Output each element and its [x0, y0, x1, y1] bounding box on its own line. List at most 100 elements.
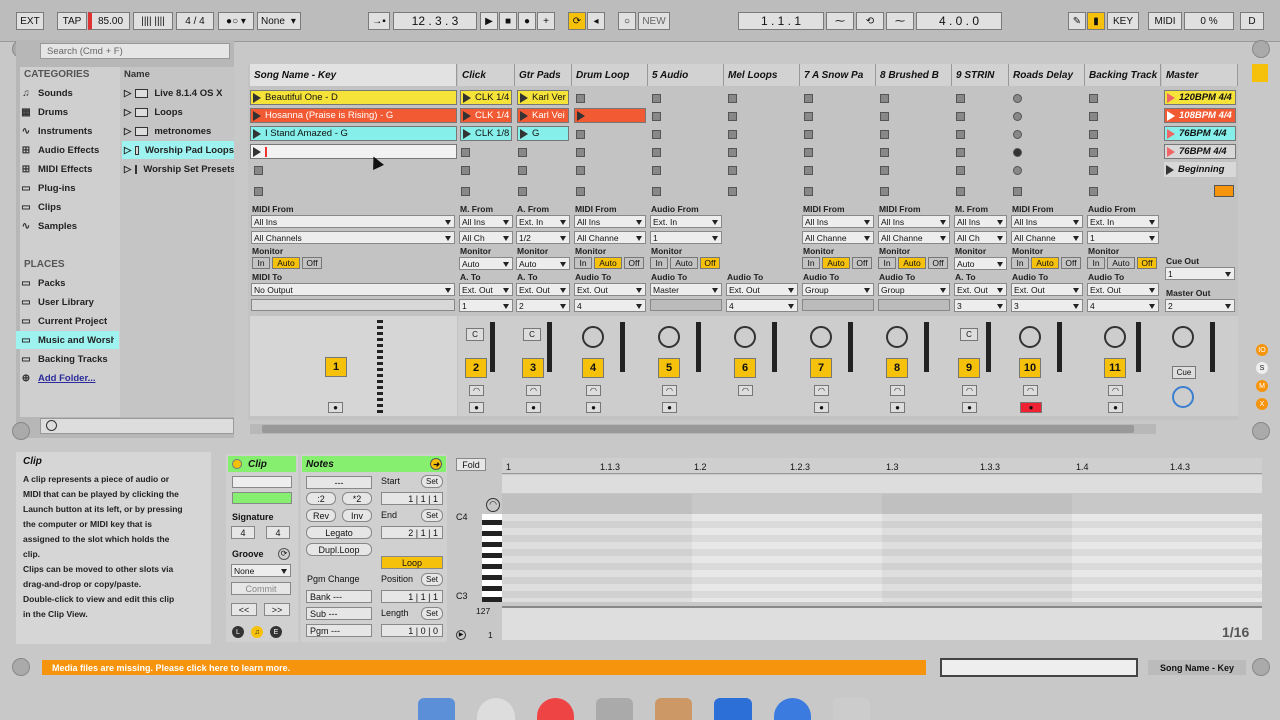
- song-position-field[interactable]: 12 . 3 . 3: [393, 12, 477, 30]
- clip-launch-icon[interactable]: [520, 110, 528, 121]
- place-backing-tracks[interactable]: ▭ Backing Tracks: [16, 350, 119, 368]
- monitor-auto-button[interactable]: Auto: [1031, 257, 1059, 269]
- draw-mode-icon[interactable]: ✎: [1068, 12, 1086, 30]
- category-sounds[interactable]: ♫ Sounds: [16, 84, 119, 102]
- loop-position-field[interactable]: 1 | 1 | 1: [381, 590, 443, 603]
- track-activator-8[interactable]: 8: [886, 358, 908, 378]
- monitor-in-button[interactable]: In: [802, 257, 820, 269]
- loop-start-field[interactable]: 1 . 1 . 1: [738, 12, 824, 30]
- arm-button-icon[interactable]: ●: [662, 402, 677, 413]
- track-activator-3[interactable]: 3: [522, 358, 544, 378]
- clip-stop-icon[interactable]: [461, 166, 470, 175]
- scene-5[interactable]: Beginning: [1164, 162, 1236, 177]
- output-channel-select[interactable]: 3: [954, 299, 1007, 312]
- track-stop-icon[interactable]: [956, 187, 965, 196]
- monitor-select[interactable]: Auto: [516, 257, 570, 270]
- browser-item[interactable]: ▷ Live 8.1.4 OS X: [122, 84, 234, 102]
- metronome-icon[interactable]: ●○ ▾: [218, 12, 254, 30]
- safari-icon[interactable]: [477, 698, 515, 720]
- monitor-auto-button[interactable]: Auto: [1107, 257, 1135, 269]
- scene-launch-icon[interactable]: [1166, 164, 1174, 175]
- detail-toggle-icon[interactable]: [1252, 422, 1270, 440]
- monitor-auto-button[interactable]: Auto: [272, 257, 300, 269]
- category-midi-effects[interactable]: ⊞ MIDI Effects: [16, 160, 119, 178]
- arm-button-icon[interactable]: ●: [586, 402, 601, 413]
- track-header-7-a-snow[interactable]: 7 A Snow Pa: [800, 64, 876, 86]
- category-clips[interactable]: ▭ Clips: [16, 198, 119, 216]
- volume-slider-dots[interactable]: [377, 320, 383, 414]
- clip-slot-drum-2[interactable]: [574, 108, 646, 123]
- input-select[interactable]: All Ins: [1011, 215, 1083, 228]
- track-header-5-audio[interactable]: 5 Audio: [648, 64, 724, 86]
- clip-slot-gtr-1[interactable]: Karl Ver: [517, 90, 569, 105]
- monitor-off-button[interactable]: Off: [624, 257, 644, 269]
- midi-from-select[interactable]: All Ins: [251, 215, 455, 228]
- clip-stop-icon[interactable]: [728, 130, 737, 139]
- arm-button-icon[interactable]: ●: [814, 402, 829, 413]
- input-channel-select[interactable]: All Ch: [954, 231, 1007, 244]
- output-channel-select[interactable]: 4: [726, 299, 798, 312]
- piano-keyboard[interactable]: [482, 514, 502, 602]
- output-channel-select[interactable]: 3: [1011, 299, 1083, 312]
- monitor-off-button[interactable]: Off: [1061, 257, 1081, 269]
- clip-slot-click-3[interactable]: CLK 1/8: [460, 126, 512, 141]
- crossfade-assign-button[interactable]: C: [523, 328, 541, 341]
- input-channel-select[interactable]: All Channe: [878, 231, 950, 244]
- clip-stop-icon[interactable]: [1089, 148, 1098, 157]
- input-channel-select[interactable]: 1: [650, 231, 722, 244]
- clip-stop-icon[interactable]: [728, 94, 737, 103]
- track-header-9-strin[interactable]: 9 STRIN: [952, 64, 1009, 86]
- category-audio-effects[interactable]: ⊞ Audio Effects: [16, 141, 119, 159]
- legato-button[interactable]: Legato: [306, 526, 372, 539]
- clip-stop-icon[interactable]: [804, 166, 813, 175]
- live-icon[interactable]: [714, 698, 752, 720]
- pan-knob[interactable]: [658, 326, 680, 348]
- chrome-icon[interactable]: [536, 698, 574, 720]
- status-message[interactable]: Media files are missing. Please click he…: [42, 660, 926, 675]
- arm-button-icon[interactable]: ●: [890, 402, 905, 413]
- clip-stop-icon[interactable]: [728, 148, 737, 157]
- finder-icon[interactable]: [418, 698, 456, 720]
- place-music-and-worship[interactable]: ▭ Music and Worship: [16, 331, 119, 349]
- clip-stop-icon[interactable]: [1089, 130, 1098, 139]
- mixer-show-icon[interactable]: M: [1256, 380, 1268, 392]
- sub-bank-field[interactable]: Sub ---: [306, 607, 372, 620]
- play-icon[interactable]: ▶: [480, 12, 498, 30]
- clip-slot-click-1[interactable]: CLK 1/4: [460, 90, 512, 105]
- clip-stop-icon[interactable]: [956, 112, 965, 121]
- clip-stop-icon[interactable]: [254, 166, 263, 175]
- input-select[interactable]: All Ins: [878, 215, 950, 228]
- groove-hot-swap-icon[interactable]: ⟳: [278, 548, 290, 560]
- app-icon[interactable]: [655, 698, 693, 720]
- clip-slot-click-2[interactable]: CLK 1/4: [460, 108, 512, 123]
- end-position-field[interactable]: 2 | 1 | 1: [381, 526, 443, 539]
- output-channel-select[interactable]: 4: [1087, 299, 1159, 312]
- reverse-button[interactable]: Rev: [306, 509, 336, 522]
- track-activator-2[interactable]: 2: [465, 358, 487, 378]
- output-channel-field[interactable]: [251, 299, 455, 311]
- record-slot-icon[interactable]: [1013, 112, 1022, 121]
- output-select[interactable]: Ext. Out: [516, 283, 570, 296]
- clip-launch-icon[interactable]: [253, 128, 261, 139]
- clip-launch-icon[interactable]: [463, 128, 471, 139]
- clip-stop-icon[interactable]: [804, 130, 813, 139]
- clip-stop-icon[interactable]: [804, 112, 813, 121]
- monitor-in-button[interactable]: In: [252, 257, 270, 269]
- clip-stop-icon[interactable]: [652, 112, 661, 121]
- trash-icon[interactable]: [832, 698, 870, 720]
- monitor-auto-button[interactable]: Auto: [594, 257, 622, 269]
- scene-scroll-indicator[interactable]: [1252, 64, 1268, 82]
- clip-stop-icon[interactable]: [880, 166, 889, 175]
- back-to-arrangement-icon[interactable]: ◂: [587, 12, 605, 30]
- launch-box-icon[interactable]: L: [232, 626, 244, 638]
- scene-launch-icon[interactable]: [1167, 92, 1175, 103]
- scene-launch-icon[interactable]: [1167, 146, 1175, 157]
- solo-headphones-icon[interactable]: ◠: [662, 385, 677, 396]
- overdub-icon[interactable]: ⟳: [568, 12, 586, 30]
- clip-stop-icon[interactable]: [956, 94, 965, 103]
- track-activator-7[interactable]: 7: [810, 358, 832, 378]
- preview-headphones-icon[interactable]: ◠: [486, 498, 500, 512]
- stop-icon[interactable]: ■: [499, 12, 517, 30]
- track-header-8-brushed[interactable]: 8 Brushed B: [876, 64, 952, 86]
- monitor-off-button[interactable]: Off: [928, 257, 948, 269]
